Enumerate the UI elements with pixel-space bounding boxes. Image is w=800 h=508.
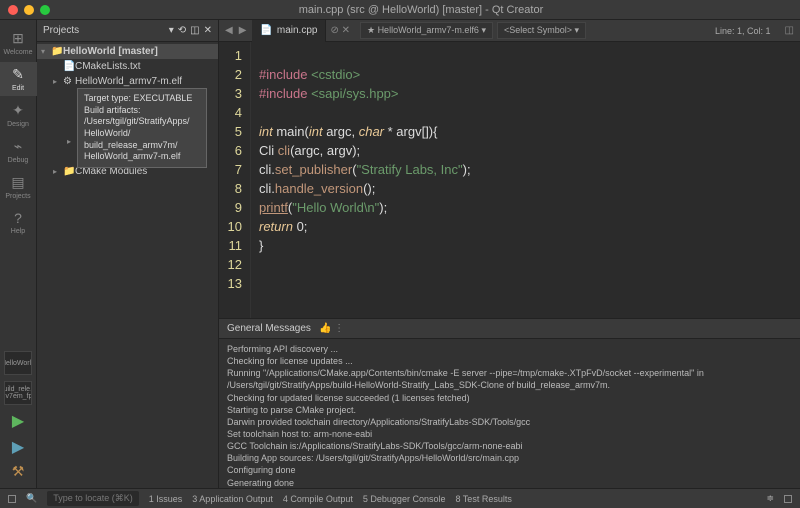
kit-build[interactable]: build_rele... ...v7em_fpu [4,381,32,405]
debug-run-button[interactable]: ▶ [12,437,24,457]
sidebar-toolbar: ▾ ⟲ ◫ ✕ [169,25,212,36]
grid-icon: ⊞ [12,30,24,47]
chevron-icon[interactable]: ≑ [766,493,774,504]
mode-help[interactable]: ?Help [0,206,37,239]
rail-bottom: HelloWorld build_rele... ...v7em_fpu ▶ ▶… [4,351,32,488]
forward-icon[interactable]: ▶ [239,25,253,36]
crumb-symbol[interactable]: <Select Symbol> ▾ [497,22,586,39]
editor-area: ◀ ▶ 📄 main.cpp ⊘ ✕ ★ HelloWorld_armv7-m.… [219,20,800,488]
close-icon[interactable] [8,5,18,15]
filter-icon[interactable]: ▾ [169,25,174,36]
tree-root[interactable]: ▾📁HelloWorld [master] [37,44,218,59]
tree-item[interactable]: ▸⚙HelloWorld_armv7-m.elf [37,74,218,89]
titlebar: main.cpp (src @ HelloWorld) [master] - Q… [0,0,800,20]
project-tree: ▾📁HelloWorld [master] 📄CMakeLists.txt ▸⚙… [37,42,218,181]
close-sidebar-icon[interactable]: ✕ [204,25,212,36]
crumb-target[interactable]: ★ HelloWorld_armv7-m.elf6 ▾ [360,22,493,39]
editor-tabbar: ◀ ▶ 📄 main.cpp ⊘ ✕ ★ HelloWorld_armv7-m.… [219,20,800,42]
mode-design[interactable]: ✦Design [0,98,37,132]
back-icon[interactable]: ◀ [219,25,239,36]
cpp-file-icon: 📄 [260,25,272,36]
split-editor-icon[interactable]: ◫ [779,25,800,36]
window-title: main.cpp (src @ HelloWorld) [master] - Q… [50,4,792,16]
zoom-icon[interactable] [40,5,50,15]
run-button[interactable]: ▶ [12,411,24,431]
mode-projects[interactable]: ▤Projects [0,170,37,204]
output-body[interactable]: Performing API discovery ... Checking fo… [219,339,800,488]
sidebar-header: Projects ▾ ⟲ ◫ ✕ [37,20,218,42]
line-col-indicator[interactable]: Line: 1, Col: 1 [715,26,779,36]
sidebar-toggle-icon[interactable] [8,495,16,503]
breadcrumb: ★ HelloWorld_armv7-m.elf6 ▾ <Select Symb… [354,22,715,39]
tree-item[interactable]: 📄CMakeLists.txt [37,59,218,74]
thumbs-icon[interactable]: 👍 ⋮ [319,323,344,334]
pane-compile[interactable]: 4 Compile Output [283,494,353,504]
mode-rail: ⊞Welcome ✎Edit ✦Design ⌁Debug ▤Projects … [0,20,37,488]
tab-close-icon[interactable]: ⊘ ✕ [326,25,354,36]
projects-icon: ▤ [11,174,24,191]
pane-issues[interactable]: 1 Issues [149,494,183,504]
mode-edit[interactable]: ✎Edit [0,62,37,96]
locator-input[interactable]: Type to locate (⌘K) [47,491,139,506]
code-editor[interactable]: 12345678910111213 #include <cstdio> #inc… [219,42,800,318]
pane-debugger[interactable]: 5 Debugger Console [363,494,446,504]
pane-appoutput[interactable]: 3 Application Output [192,494,273,504]
window-controls [8,5,50,15]
sidebar-title: Projects [43,25,79,36]
mode-welcome[interactable]: ⊞Welcome [0,26,37,60]
output-pane: General Messages 👍 ⋮ Performing API disc… [219,318,800,488]
editor-tab[interactable]: 📄 main.cpp [252,20,326,42]
help-icon: ? [14,210,22,226]
output-title: General Messages [227,323,311,334]
minimize-icon[interactable] [24,5,34,15]
code-content[interactable]: #include <cstdio> #include <sapi/sys.hpp… [251,42,800,318]
pencil-icon: ✎ [12,66,24,83]
build-button[interactable]: ⚒ [12,463,25,480]
design-icon: ✦ [12,102,24,119]
bug-icon: ⌁ [14,138,22,155]
statusbar: 🔍 Type to locate (⌘K) 1 Issues 3 Applica… [0,488,800,508]
sidebar: Projects ▾ ⟲ ◫ ✕ ▾📁HelloWorld [master] 📄… [37,20,219,488]
kit-project[interactable]: HelloWorld [4,351,32,375]
line-gutter: 12345678910111213 [219,42,251,318]
output-header: General Messages 👍 ⋮ [219,319,800,339]
mode-debug[interactable]: ⌁Debug [0,134,37,168]
split-icon[interactable]: ◫ [190,25,199,36]
pane-tests[interactable]: 8 Test Results [455,494,511,504]
search-icon[interactable]: 🔍 [26,493,37,504]
output-toggle-icon[interactable] [784,495,792,503]
tooltip: Target type: EXECUTABLE Build artifacts:… [77,88,207,168]
sync-icon[interactable]: ⟲ [178,25,186,36]
